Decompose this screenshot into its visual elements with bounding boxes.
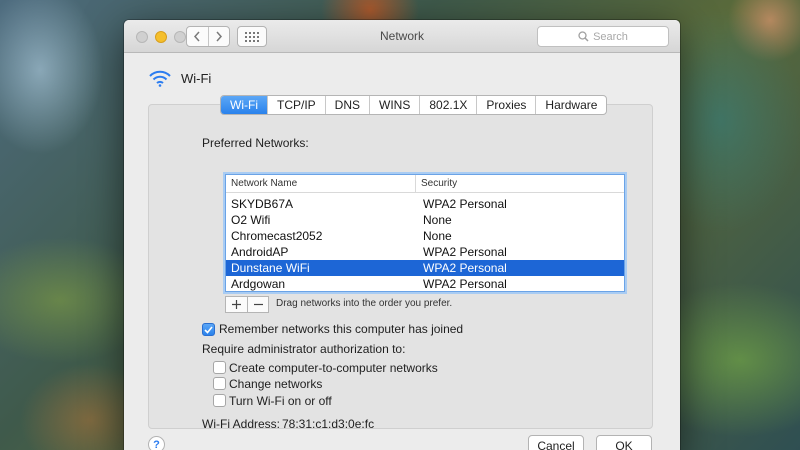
settings-panel: Preferred Networks: Network Name Securit… bbox=[148, 104, 653, 431]
network-window: Network Search Wi-Fi Preferred Networks:… bbox=[124, 20, 680, 450]
create-computer-networks-label: Create computer-to-computer networks bbox=[229, 361, 438, 375]
network-security: WPA2 Personal bbox=[423, 197, 507, 211]
network-name: Chromecast2052 bbox=[231, 229, 323, 243]
network-security: None bbox=[423, 213, 452, 227]
tab-tcpip[interactable]: TCP/IP bbox=[266, 96, 325, 114]
column-network-name[interactable]: Network Name bbox=[226, 175, 416, 192]
tab-bar: Wi-Fi TCP/IP DNS WINS 802.1X Proxies Har… bbox=[220, 95, 608, 115]
table-row[interactable]: O2 Wifi None bbox=[226, 212, 624, 228]
column-security[interactable]: Security bbox=[416, 175, 462, 192]
remember-networks-checkbox[interactable] bbox=[202, 323, 215, 336]
preferred-networks-label: Preferred Networks: bbox=[202, 136, 309, 150]
checkmark-icon bbox=[204, 325, 213, 334]
plus-icon bbox=[232, 300, 241, 309]
network-security: WPA2 Personal bbox=[423, 277, 507, 291]
network-name: Dunstane WiFi bbox=[231, 261, 310, 275]
table-row[interactable]: AndroidAP WPA2 Personal bbox=[226, 244, 624, 260]
wifi-icon bbox=[149, 70, 171, 87]
network-security: WPA2 Personal bbox=[423, 261, 507, 275]
table-header: Network Name Security bbox=[226, 175, 624, 193]
network-name: Ardgowan bbox=[231, 277, 286, 291]
preferred-networks-table[interactable]: Network Name Security SKYDB67A WPA2 Pers… bbox=[225, 174, 625, 292]
minus-icon bbox=[253, 303, 263, 306]
cancel-button[interactable]: Cancel bbox=[528, 435, 584, 450]
title-bar: Network Search bbox=[124, 20, 680, 53]
help-button[interactable]: ? bbox=[148, 436, 165, 450]
drag-hint: Drag networks into the order you prefer. bbox=[276, 298, 453, 309]
remember-networks-label: Remember networks this computer has join… bbox=[219, 322, 464, 336]
change-networks-checkbox[interactable] bbox=[213, 377, 226, 390]
table-body: SKYDB67A WPA2 Personal O2 Wifi None Chro… bbox=[226, 193, 624, 291]
tab-8021x[interactable]: 802.1X bbox=[419, 96, 476, 114]
network-security: None bbox=[423, 229, 452, 243]
tab-proxies[interactable]: Proxies bbox=[476, 96, 535, 114]
wifi-header-label: Wi-Fi bbox=[181, 70, 212, 86]
table-row[interactable]: Ardgowan WPA2 Personal bbox=[226, 276, 624, 291]
network-security: WPA2 Personal bbox=[423, 245, 507, 259]
ok-button[interactable]: OK bbox=[596, 435, 652, 450]
table-row[interactable]: Chromecast2052 None bbox=[226, 228, 624, 244]
turn-wifi-onoff-checkbox[interactable] bbox=[213, 394, 226, 407]
tab-dns[interactable]: DNS bbox=[324, 96, 369, 114]
change-networks-label: Change networks bbox=[229, 377, 323, 391]
require-admin-label: Require administrator authorization to: bbox=[202, 342, 406, 356]
table-row[interactable]: SKYDB67A WPA2 Personal bbox=[226, 196, 624, 212]
search-placeholder: Search bbox=[593, 30, 628, 43]
create-computer-networks-checkbox[interactable] bbox=[213, 361, 226, 374]
table-row-selected[interactable]: Dunstane WiFi WPA2 Personal bbox=[226, 260, 624, 276]
wifi-address-label: Wi-Fi Address: bbox=[202, 417, 281, 431]
add-network-button[interactable] bbox=[226, 297, 247, 312]
remove-network-button[interactable] bbox=[247, 297, 268, 312]
network-name: SKYDB67A bbox=[231, 197, 294, 211]
turn-wifi-onoff-label: Turn Wi-Fi on or off bbox=[229, 394, 332, 408]
wifi-address-value: 78:31:c1:d3:0e:fc bbox=[282, 417, 375, 431]
wifi-header: Wi-Fi bbox=[148, 69, 211, 87]
tab-hardware[interactable]: Hardware bbox=[535, 96, 606, 114]
search-field[interactable]: Search bbox=[537, 26, 669, 47]
search-icon bbox=[578, 31, 589, 42]
network-name: AndroidAP bbox=[231, 245, 289, 259]
network-name: O2 Wifi bbox=[231, 213, 271, 227]
tab-wifi[interactable]: Wi-Fi bbox=[221, 96, 267, 114]
tab-wins[interactable]: WINS bbox=[369, 96, 419, 114]
add-remove-control bbox=[225, 296, 269, 313]
